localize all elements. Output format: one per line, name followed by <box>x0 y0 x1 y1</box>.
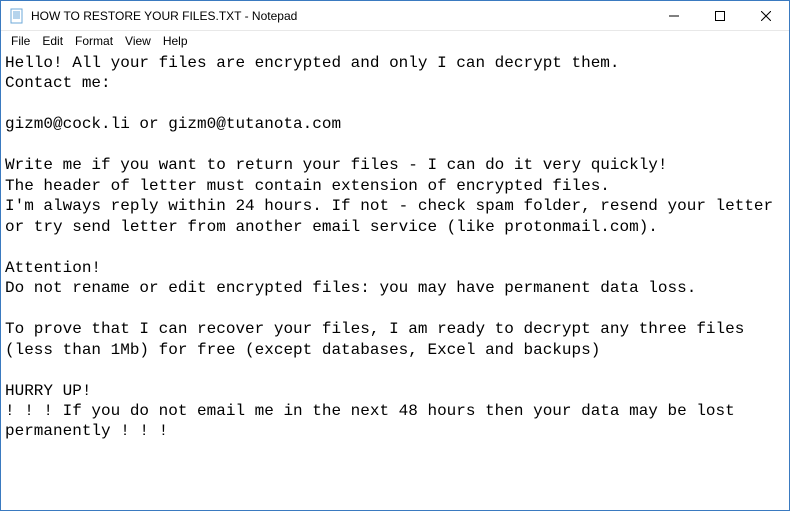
minimize-button[interactable] <box>651 1 697 30</box>
notepad-window: HOW TO RESTORE YOUR FILES.TXT - Notepad … <box>0 0 790 511</box>
window-controls <box>651 1 789 30</box>
menu-file[interactable]: File <box>5 32 36 50</box>
menu-edit[interactable]: Edit <box>36 32 69 50</box>
notepad-icon <box>9 8 25 24</box>
menubar: File Edit Format View Help <box>1 31 789 51</box>
window-title: HOW TO RESTORE YOUR FILES.TXT - Notepad <box>31 9 651 23</box>
titlebar: HOW TO RESTORE YOUR FILES.TXT - Notepad <box>1 1 789 31</box>
close-button[interactable] <box>743 1 789 30</box>
text-content[interactable]: Hello! All your files are encrypted and … <box>1 51 789 510</box>
menu-format[interactable]: Format <box>69 32 119 50</box>
maximize-button[interactable] <box>697 1 743 30</box>
menu-help[interactable]: Help <box>157 32 194 50</box>
menu-view[interactable]: View <box>119 32 157 50</box>
